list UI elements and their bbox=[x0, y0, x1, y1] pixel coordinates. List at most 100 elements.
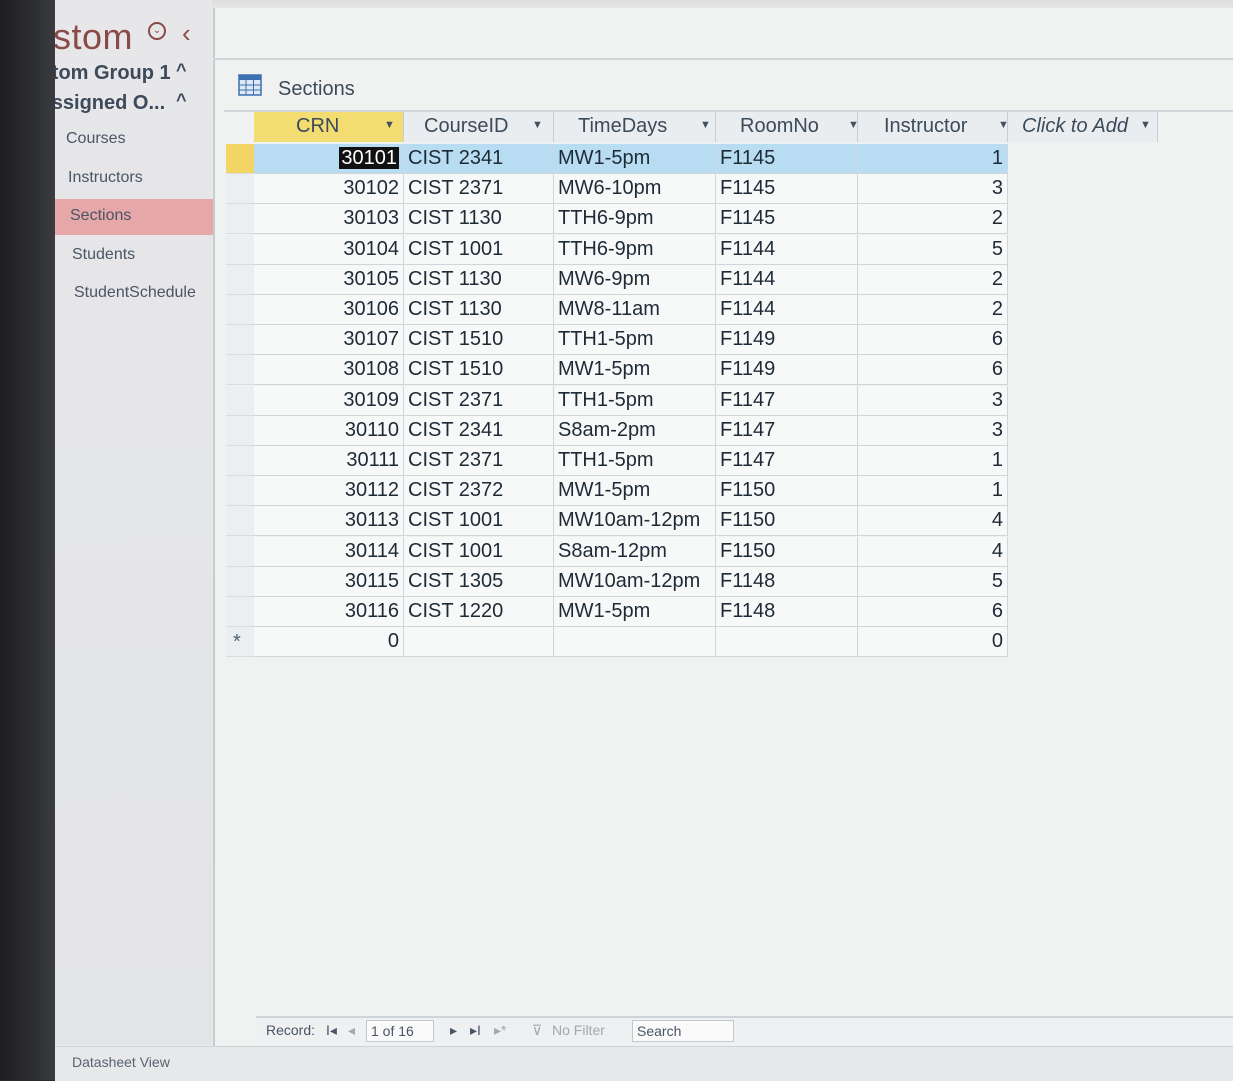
courseid-cell[interactable]: CIST 1001 bbox=[404, 234, 554, 265]
table-row[interactable]: 30116 CIST 1220 MW1-5pm F1148 6 bbox=[226, 597, 1160, 627]
crn-cell[interactable]: 0 bbox=[254, 627, 404, 658]
crn-cell[interactable]: 30116 bbox=[254, 597, 404, 627]
timedays-cell[interactable] bbox=[554, 627, 716, 658]
table-row[interactable]: 30112 CIST 2372 MW1-5pm F1150 1 bbox=[226, 476, 1160, 507]
new-record-button[interactable]: ▸* bbox=[494, 1022, 506, 1039]
courseid-cell[interactable]: CIST 1510 bbox=[404, 355, 554, 386]
filter-icon[interactable]: ⊽ bbox=[532, 1022, 542, 1039]
instructor-cell[interactable]: 5 bbox=[858, 566, 1008, 597]
column-header-instructor[interactable]: Instructor ▼ bbox=[858, 112, 1009, 142]
instructor-cell[interactable]: 1 bbox=[858, 144, 1008, 174]
timedays-cell[interactable]: TTH1-5pm bbox=[554, 385, 716, 416]
crn-cell[interactable]: 30113 bbox=[254, 506, 404, 537]
search-input[interactable]: Search bbox=[632, 1020, 734, 1042]
table-row[interactable]: 30106 CIST 1130 MW8-11am F1144 2 bbox=[226, 295, 1160, 325]
crn-cell[interactable]: 30105 bbox=[254, 264, 404, 295]
crn-cell[interactable]: 30108 bbox=[254, 355, 404, 386]
instructor-cell[interactable]: 4 bbox=[858, 506, 1008, 537]
crn-cell[interactable]: 30101 bbox=[254, 144, 404, 174]
timedays-cell[interactable]: MW6-9pm bbox=[554, 264, 716, 295]
timedays-cell[interactable]: MW1-5pm bbox=[554, 597, 716, 627]
record-selector[interactable] bbox=[226, 415, 254, 446]
chevron-left-icon[interactable]: ‹ bbox=[182, 18, 191, 49]
roomno-cell[interactable]: F1147 bbox=[716, 385, 858, 416]
dropdown-arrow-icon[interactable]: ▼ bbox=[1140, 119, 1151, 131]
instructor-cell[interactable]: 3 bbox=[858, 415, 1008, 446]
record-selector[interactable] bbox=[226, 174, 254, 205]
roomno-cell[interactable]: F1150 bbox=[716, 536, 858, 567]
record-selector[interactable] bbox=[226, 325, 254, 356]
timedays-cell[interactable]: TTH1-5pm bbox=[554, 446, 716, 476]
column-header-crn[interactable]: CRN ▼ bbox=[254, 112, 404, 142]
roomno-cell[interactable]: F1145 bbox=[716, 204, 858, 235]
crn-cell[interactable]: 30114 bbox=[254, 536, 404, 567]
timedays-cell[interactable]: S8am-2pm bbox=[554, 415, 716, 446]
instructor-cell[interactable]: 3 bbox=[858, 385, 1008, 416]
courseid-cell[interactable] bbox=[404, 627, 554, 658]
table-row[interactable]: 30104 CIST 1001 TTH6-9pm F1144 5 bbox=[226, 234, 1160, 265]
table-row[interactable]: 30109 CIST 2371 TTH1-5pm F1147 3 bbox=[226, 385, 1160, 416]
courseid-cell[interactable]: CIST 2371 bbox=[404, 174, 554, 205]
crn-cell[interactable]: 30110 bbox=[254, 415, 404, 446]
instructor-cell[interactable]: 5 bbox=[858, 234, 1008, 265]
courseid-cell[interactable]: CIST 2372 bbox=[404, 476, 554, 507]
dropdown-arrow-icon[interactable]: ▼ bbox=[700, 119, 711, 131]
crn-cell[interactable]: 30109 bbox=[254, 385, 404, 416]
previous-record-button[interactable]: ◂ bbox=[348, 1022, 355, 1039]
courseid-cell[interactable]: CIST 2371 bbox=[404, 385, 554, 416]
courseid-cell[interactable]: CIST 2341 bbox=[404, 415, 554, 446]
table-row[interactable]: 30105 CIST 1130 MW6-9pm F1144 2 bbox=[226, 264, 1160, 295]
table-row[interactable]: 30101 CIST 2341 MW1-5pm F1145 1 bbox=[226, 144, 1160, 174]
courseid-cell[interactable]: CIST 1001 bbox=[404, 536, 554, 567]
record-selector[interactable] bbox=[226, 597, 254, 627]
record-selector[interactable] bbox=[226, 566, 254, 597]
courseid-cell[interactable]: CIST 1510 bbox=[404, 325, 554, 356]
courseid-cell[interactable]: CIST 2341 bbox=[404, 144, 554, 174]
instructor-cell[interactable]: 6 bbox=[858, 355, 1008, 386]
crn-cell[interactable]: 30103 bbox=[254, 204, 404, 235]
courseid-cell[interactable]: CIST 1305 bbox=[404, 566, 554, 597]
table-row[interactable]: 30114 CIST 1001 S8am-12pm F1150 4 bbox=[226, 536, 1160, 567]
instructor-cell[interactable]: 1 bbox=[858, 446, 1008, 476]
first-record-button[interactable]: I◂ bbox=[326, 1022, 337, 1039]
table-row[interactable]: 30102 CIST 2371 MW6-10pm F1145 3 bbox=[226, 174, 1160, 205]
table-row[interactable]: 30107 CIST 1510 TTH1-5pm F1149 6 bbox=[226, 325, 1160, 356]
roomno-cell[interactable]: F1149 bbox=[716, 355, 858, 386]
table-row[interactable]: 30110 CIST 2341 S8am-2pm F1147 3 bbox=[226, 415, 1160, 446]
timedays-cell[interactable]: MW10am-12pm bbox=[554, 566, 716, 597]
instructor-cell[interactable]: 2 bbox=[858, 204, 1008, 235]
record-selector[interactable] bbox=[226, 144, 254, 174]
timedays-cell[interactable]: MW1-5pm bbox=[554, 476, 716, 507]
last-record-button[interactable]: ▸I bbox=[470, 1022, 481, 1039]
crn-cell[interactable]: 30102 bbox=[254, 174, 404, 205]
timedays-cell[interactable]: MW1-5pm bbox=[554, 144, 716, 174]
roomno-cell[interactable]: F1145 bbox=[716, 144, 858, 174]
table-row[interactable]: 30103 CIST 1130 TTH6-9pm F1145 2 bbox=[226, 204, 1160, 235]
instructor-cell[interactable]: 0 bbox=[858, 627, 1008, 658]
record-selector[interactable] bbox=[226, 264, 254, 295]
timedays-cell[interactable]: S8am-12pm bbox=[554, 536, 716, 567]
instructor-cell[interactable]: 6 bbox=[858, 325, 1008, 356]
current-record-field[interactable]: 1 of 16 bbox=[366, 1020, 434, 1042]
crn-cell[interactable]: 30112 bbox=[254, 476, 404, 507]
record-selector[interactable] bbox=[226, 204, 254, 235]
timedays-cell[interactable]: TTH1-5pm bbox=[554, 325, 716, 356]
crn-cell[interactable]: 30106 bbox=[254, 295, 404, 325]
roomno-cell[interactable] bbox=[716, 627, 858, 658]
record-selector[interactable] bbox=[226, 355, 254, 386]
roomno-cell[interactable]: F1145 bbox=[716, 174, 858, 205]
roomno-cell[interactable]: F1147 bbox=[716, 446, 858, 476]
timedays-cell[interactable]: MW8-11am bbox=[554, 295, 716, 325]
roomno-cell[interactable]: F1147 bbox=[716, 415, 858, 446]
timedays-cell[interactable]: MW1-5pm bbox=[554, 355, 716, 386]
crn-cell[interactable]: 30115 bbox=[254, 566, 404, 597]
instructor-cell[interactable]: 6 bbox=[858, 597, 1008, 627]
roomno-cell[interactable]: F1144 bbox=[716, 264, 858, 295]
timedays-cell[interactable]: MW10am-12pm bbox=[554, 506, 716, 537]
timedays-cell[interactable]: TTH6-9pm bbox=[554, 234, 716, 265]
record-selector[interactable] bbox=[226, 234, 254, 265]
dropdown-arrow-icon[interactable]: ▼ bbox=[532, 119, 543, 131]
dropdown-arrow-icon[interactable]: ▼ bbox=[384, 119, 395, 131]
column-header-timedays[interactable]: TimeDays ▼ bbox=[554, 112, 716, 142]
crn-cell[interactable]: 30111 bbox=[254, 446, 404, 476]
